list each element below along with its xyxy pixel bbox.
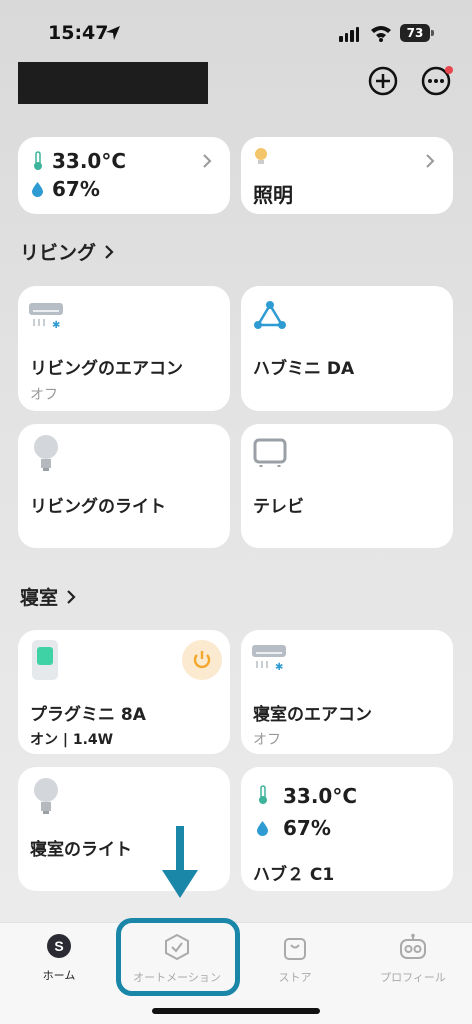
lighting-card[interactable]: 照明 (241, 137, 453, 214)
device-name: ハブ２ C1 (253, 865, 335, 885)
device-card-living-aircon[interactable]: ✱ リビングのエアコン オフ (18, 286, 230, 411)
battery-icon: 73 (400, 24, 430, 42)
redacted-home-name (18, 62, 208, 104)
power-icon (193, 651, 211, 669)
device-card-plug-mini[interactable]: プラグミニ 8A オン | 1.4W (18, 630, 230, 754)
tab-store[interactable]: ストア (236, 933, 354, 985)
add-device-icon[interactable] (368, 66, 398, 96)
battery-nub (431, 30, 434, 36)
profile-robot-icon (400, 933, 426, 959)
location-arrow-icon (106, 26, 120, 40)
status-time: 15:47 (48, 22, 109, 44)
climate-card[interactable]: 33.0°C 67% (18, 137, 230, 214)
device-card-bedroom-aircon[interactable]: ✱ 寝室のエアコン オフ (241, 630, 453, 754)
chevron-right-icon (105, 244, 114, 259)
climate-humidity: 67% (52, 177, 100, 201)
device-name: ハブミニ DA (253, 359, 355, 379)
svg-text:✱: ✱ (52, 320, 60, 330)
light-bulb-icon (34, 435, 58, 471)
thermometer-icon (34, 151, 42, 170)
tv-icon (253, 438, 287, 467)
home-s-letter: S (54, 938, 63, 954)
device-status: オフ (253, 732, 281, 748)
section-living[interactable]: リビング (20, 238, 114, 265)
tab-profile[interactable]: プロフィール (354, 933, 472, 985)
cellular-signal-icon (339, 27, 359, 42)
annotation-highlight-box (116, 918, 240, 996)
home-indicator (152, 1008, 320, 1014)
bulb-icon (255, 148, 267, 164)
device-card-bedroom-light[interactable]: 寝室のライト (18, 767, 230, 891)
status-bar: 15:47 73 (0, 0, 472, 60)
humidity-drop-icon (32, 182, 43, 197)
hub2-humidity: 67% (283, 816, 331, 840)
device-name: 寝室のエアコン (253, 705, 372, 725)
power-toggle[interactable] (182, 640, 222, 680)
device-card-hub-mini[interactable]: ハブミニ DA (241, 286, 453, 411)
section-bedroom-title: 寝室 (20, 587, 59, 609)
humidity-drop-icon (257, 821, 268, 836)
chevron-right-icon (67, 589, 76, 604)
annotation-arrow-shaft (176, 826, 184, 876)
device-card-tv[interactable]: テレビ (241, 424, 453, 548)
chevron-right-icon (426, 154, 435, 168)
tab-label: プロフィール (380, 971, 446, 984)
device-status: オフ (30, 387, 58, 403)
device-name: プラグミニ 8A (30, 705, 146, 725)
annotation-arrow-head (162, 870, 198, 898)
chevron-right-icon (203, 154, 212, 168)
tab-label: ストア (278, 971, 312, 984)
tab-label: ホーム (42, 969, 76, 982)
device-name: リビングのライト (30, 497, 166, 517)
section-living-title: リビング (20, 242, 97, 264)
aircon-icon: ✱ (29, 303, 63, 330)
store-bag-icon (284, 938, 306, 960)
climate-temperature: 33.0°C (52, 149, 127, 173)
device-name: リビングのエアコン (30, 359, 183, 379)
tab-home[interactable]: S ホーム (0, 933, 118, 983)
lighting-label: 照明 (253, 183, 293, 207)
home-s-icon: S (47, 934, 71, 958)
hub-network-icon (254, 301, 286, 329)
device-card-living-light[interactable]: リビングのライト (18, 424, 230, 548)
light-bulb-icon (34, 778, 58, 814)
device-name: テレビ (253, 497, 304, 517)
device-status: オン | 1.4W (30, 732, 114, 748)
wifi-icon (371, 26, 391, 42)
device-name: 寝室のライト (30, 840, 132, 860)
aircon-icon: ✱ (252, 645, 286, 672)
notification-dot (445, 66, 453, 74)
section-bedroom[interactable]: 寝室 (20, 583, 76, 610)
device-card-hub2[interactable]: 33.0°C 67% ハブ２ C1 (241, 767, 453, 891)
hub2-temperature: 33.0°C (283, 784, 358, 808)
plug-icon (32, 640, 58, 680)
thermometer-icon (259, 785, 267, 804)
svg-text:✱: ✱ (275, 662, 283, 672)
